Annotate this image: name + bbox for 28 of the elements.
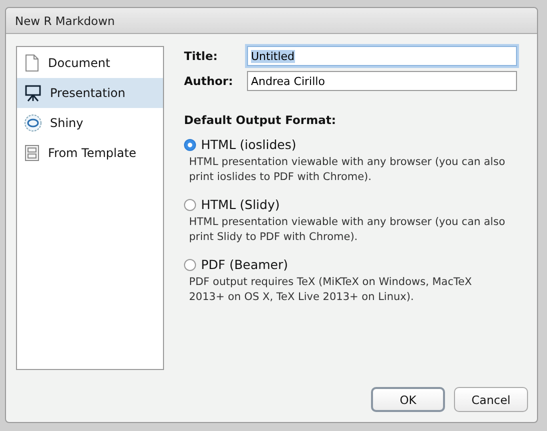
text-field[interactable]: Andrea Cirillo — [247, 71, 517, 91]
item-label: From Template — [48, 146, 136, 160]
cancel-button[interactable]: Cancel — [454, 387, 528, 412]
field-label: Author: — [184, 74, 234, 88]
easel-icon — [24, 84, 42, 102]
radio-button[interactable] — [184, 258, 196, 270]
sidebar-item[interactable]: Presentation — [17, 78, 163, 108]
document-icon — [24, 54, 40, 72]
item-label: Shiny — [50, 116, 84, 130]
item-label: Document — [48, 56, 110, 70]
option-label[interactable]: PDF (Beamer) — [201, 257, 288, 272]
sidebar-item[interactable]: From Template — [17, 138, 163, 168]
section-heading: Default Output Format: — [184, 113, 337, 127]
radio-button[interactable] — [184, 138, 196, 150]
text-field[interactable]: Untitled — [247, 46, 517, 66]
item-label: Presentation — [50, 86, 126, 100]
ok-button[interactable]: OK — [371, 387, 445, 412]
option-description: PDF output requires TeX (MiKTeX on Windows, MacTeX 2013+ on OS X, TeX Live 2013+ on Linux). — [189, 275, 473, 305]
option-label[interactable]: HTML (Slidy) — [201, 197, 280, 212]
option-label[interactable]: HTML (ioslides) — [201, 137, 296, 152]
option-description: HTML presentation viewable with any browser (you can also print Slidy to PDF with Chrome). — [189, 215, 506, 245]
window-title: New R Markdown — [15, 14, 115, 28]
option-description: HTML presentation viewable with any browser (you can also print ioslides to PDF with Chrome). — [189, 155, 506, 185]
sidebar-item[interactable]: Document — [17, 48, 163, 78]
field-label: Title: — [184, 49, 219, 63]
template-icon — [24, 144, 40, 162]
sidebar-item[interactable]: Shiny — [17, 108, 163, 138]
radio-button[interactable] — [184, 198, 196, 210]
